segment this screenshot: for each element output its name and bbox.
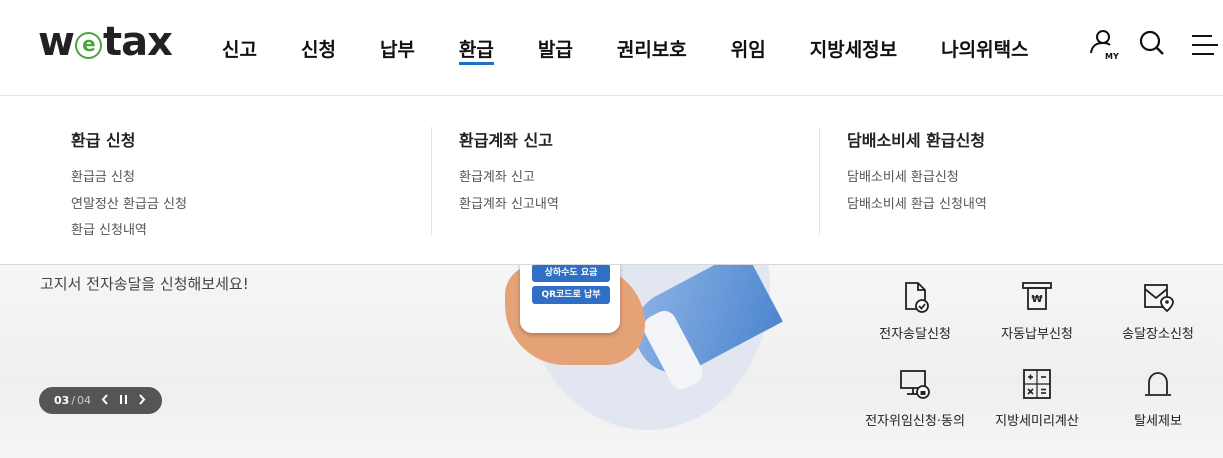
quick-link-delivery-place[interactable]: 송달장소신청 (1098, 279, 1218, 342)
pager-separator: / (71, 394, 76, 407)
quick-link-e-delivery[interactable]: 전자송달신청 (855, 279, 975, 342)
mega-link-tobacco-refund-apply[interactable]: 담배소비세 환급신청 (847, 165, 987, 192)
my-page-button[interactable]: MY (1089, 30, 1119, 62)
quick-link-e-delegation[interactable]: 전자위임신청·동의 (855, 366, 975, 429)
mega-link-refund-account-history[interactable]: 환급계좌 신고내역 (459, 192, 559, 219)
mega-col-refund-apply: 환급 신청 환급금 신청 연말정산 환급금 신청 환급 신청내역 (71, 127, 187, 238)
wetax-logo[interactable]: w e tax (38, 19, 173, 65)
gnb-item-my-wetax[interactable]: 나의위택스 (941, 0, 1028, 96)
siren-icon (1145, 372, 1171, 396)
hamburger-menu-icon (1192, 35, 1218, 55)
quick-link-label: 송달장소신청 (1122, 327, 1194, 342)
quick-link-label: 탈세제보 (1134, 414, 1182, 429)
banner-pager: 03 / 04 (39, 387, 162, 414)
mega-col-title[interactable]: 환급 신청 (71, 127, 187, 151)
mega-col-title[interactable]: 환급계좌 신고 (459, 127, 559, 151)
logo-text-w: w (38, 19, 75, 65)
svg-text:₩: ₩ (1031, 294, 1042, 305)
column-divider (431, 127, 432, 235)
mega-col-refund-account: 환급계좌 신고 환급계좌 신고 환급계좌 신고내역 (459, 127, 559, 237)
banner-phone-graphic: 상하수도 요금 QR코드로 납부 (520, 265, 620, 333)
gnb-item-rights[interactable]: 권리보호 (617, 0, 687, 96)
document-check-icon (905, 282, 929, 313)
mega-link-refund-money-apply[interactable]: 환급금 신청 (71, 165, 187, 192)
quick-link-label: 자동납부신청 (1001, 327, 1073, 342)
main-banner: 고지서 전자송달을 신청해보세요! 상하수도 요금 QR코드로 납부 03 / … (0, 265, 1223, 458)
global-nav: 신고 신청 납부 환급 발급 권리보호 위임 지방세정보 나의위택스 (222, 0, 1029, 96)
quick-link-label: 지방세미리계산 (995, 414, 1079, 429)
quick-link-tax-calculator[interactable]: 지방세미리계산 (977, 366, 1097, 429)
auto-pay-icon: ₩ (1022, 282, 1052, 310)
mega-col-tobacco-refund: 담배소비세 환급신청 담배소비세 환급신청 담배소비세 환급 신청내역 (847, 127, 987, 237)
user-icon (1090, 30, 1111, 54)
banner-text: 고지서 전자송달을 신청해보세요! (40, 275, 249, 293)
logo-text-tax: tax (102, 19, 173, 65)
chevron-left-icon (101, 393, 108, 405)
quick-link-label: 전자송달신청 (879, 327, 951, 342)
gnb-item-payment[interactable]: 납부 (380, 0, 415, 96)
quick-link-auto-pay[interactable]: ₩ 자동납부신청 (977, 279, 1097, 342)
search-icon (1139, 30, 1164, 55)
pause-icon (120, 394, 128, 404)
phone-qr-pay-button: QR코드로 납부 (532, 286, 610, 304)
quick-link-label: 전자위임신청·동의 (865, 414, 965, 429)
my-label: MY (1105, 52, 1119, 61)
mega-link-refund-account-report[interactable]: 환급계좌 신고 (459, 165, 559, 192)
mega-link-tobacco-refund-history[interactable]: 담배소비세 환급 신청내역 (847, 192, 987, 219)
next-slide-button[interactable] (138, 393, 146, 408)
pager-total: 04 (77, 394, 92, 407)
gnb-item-refund[interactable]: 환급 (458, 0, 494, 96)
gnb-item-report[interactable]: 신고 (222, 0, 257, 96)
quick-link-tax-evasion-report[interactable]: 탈세제보 (1098, 366, 1218, 429)
mail-location-icon (1144, 284, 1174, 313)
column-divider (819, 127, 820, 235)
gnb-item-local-tax-info[interactable]: 지방세정보 (810, 0, 897, 96)
pause-slide-button[interactable] (119, 394, 128, 408)
calculator-icon (1023, 369, 1051, 399)
refund-mega-menu: 환급 신청 환급금 신청 연말정산 환급금 신청 환급 신청내역 환급계좌 신고… (0, 97, 1223, 265)
gnb-item-delegation[interactable]: 위임 (731, 0, 766, 96)
chevron-right-icon (139, 393, 146, 405)
gnb-item-issue[interactable]: 발급 (538, 0, 573, 96)
site-header: w e tax 신고 신청 납부 환급 발급 권리보호 위임 지방세정보 나의위택스… (0, 0, 1223, 96)
phone-water-bill-button: 상하수도 요금 (532, 265, 610, 282)
pager-current: 03 (54, 394, 70, 407)
prev-slide-button[interactable] (101, 393, 109, 408)
gnb-item-apply[interactable]: 신청 (301, 0, 336, 96)
search-button[interactable] (1139, 30, 1165, 62)
mega-col-title[interactable]: 담배소비세 환급신청 (847, 127, 987, 151)
mega-link-refund-history[interactable]: 환급 신청내역 (71, 218, 187, 245)
all-menu-button[interactable] (1190, 34, 1218, 66)
mega-link-year-end-refund[interactable]: 연말정산 환급금 신청 (71, 192, 187, 219)
logo-e-circle: e (74, 31, 102, 59)
monitor-lock-icon (900, 370, 930, 399)
